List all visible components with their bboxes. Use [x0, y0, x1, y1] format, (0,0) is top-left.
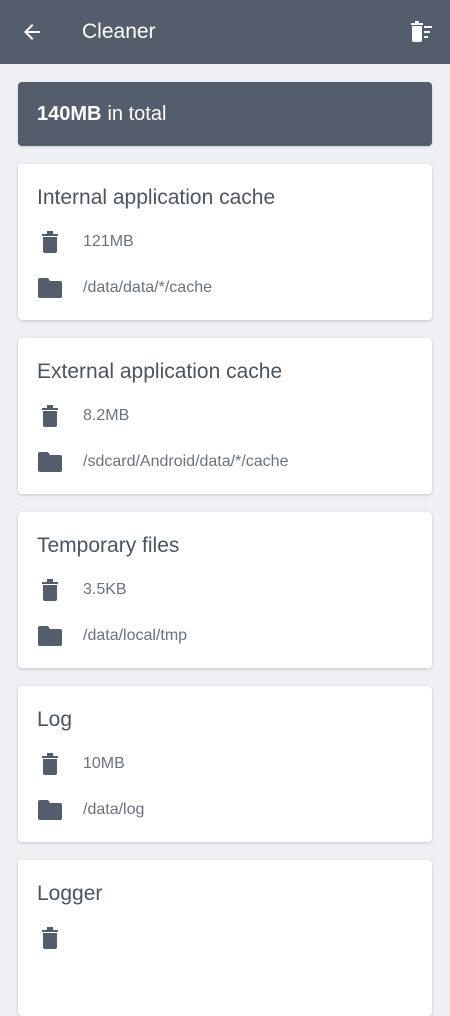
folder-icon: [37, 449, 63, 475]
cache-card-logger[interactable]: Logger: [18, 860, 432, 1016]
size-row: [37, 915, 413, 961]
clean-all-button[interactable]: [396, 0, 446, 64]
size-row: 8.2MB: [37, 393, 413, 439]
delete-sweep-icon: [411, 21, 432, 42]
trash-icon: [37, 751, 63, 777]
back-button[interactable]: [0, 0, 64, 64]
path-value: /sdcard/Android/data/*/cache: [83, 453, 289, 470]
trash-icon: [37, 925, 63, 951]
cache-card-log[interactable]: Log 10MB /data/log: [18, 686, 432, 842]
trash-icon: [37, 403, 63, 429]
size-row: 3.5KB: [37, 567, 413, 613]
size-row: 121MB: [37, 219, 413, 265]
path-row: /data/local/tmp: [37, 613, 413, 659]
size-value: 121MB: [83, 233, 134, 250]
path-row: /sdcard/Android/data/*/cache: [37, 439, 413, 485]
trash-icon: [37, 577, 63, 603]
total-banner: 140MB in total: [18, 82, 432, 146]
path-row: /data/log: [37, 787, 413, 833]
card-title: Log: [37, 708, 73, 731]
card-title: External application cache: [37, 360, 283, 383]
size-row: 10MB: [37, 741, 413, 787]
total-suffix: in total: [107, 102, 167, 125]
cache-card-internal[interactable]: Internal application cache 121MB /data/d…: [18, 164, 432, 320]
page-title: Cleaner: [82, 20, 156, 43]
size-value: 10MB: [83, 755, 125, 772]
folder-icon: [37, 623, 63, 649]
app-bar: Cleaner: [0, 0, 450, 64]
cache-card-external[interactable]: External application cache 8.2MB /sdcard…: [18, 338, 432, 494]
path-value: /data/local/tmp: [83, 627, 188, 644]
card-title: Temporary files: [37, 534, 180, 557]
trash-icon: [37, 229, 63, 255]
card-title: Logger: [37, 882, 103, 905]
path-value: /data/data/*/cache: [83, 279, 212, 296]
content-list: 140MB in total Internal application cach…: [18, 82, 432, 1016]
cache-card-temporary[interactable]: Temporary files 3.5KB /data/local/tmp: [18, 512, 432, 668]
arrow-left-icon: [24, 24, 40, 40]
path-value: /data/log: [83, 801, 145, 818]
card-title: Internal application cache: [37, 186, 276, 209]
total-amount: 140MB: [37, 102, 102, 125]
size-value: 8.2MB: [83, 407, 130, 424]
folder-icon: [37, 797, 63, 823]
path-row: /data/data/*/cache: [37, 265, 413, 311]
size-value: 3.5KB: [83, 581, 127, 598]
folder-icon: [37, 275, 63, 301]
